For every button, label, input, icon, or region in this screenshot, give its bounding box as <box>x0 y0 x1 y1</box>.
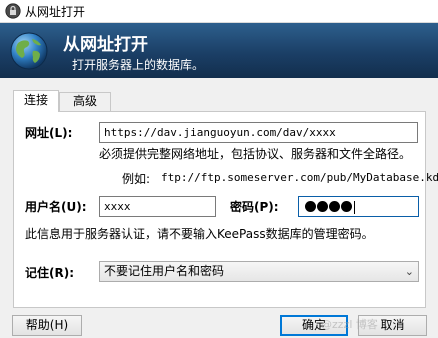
title-bar: 从网址打开 <box>0 0 438 23</box>
url-input[interactable]: https://dav.jianguoyun.com/dav/xxxx <box>99 122 418 143</box>
username-label: 用户名(U): <box>25 200 87 214</box>
auth-info-text: 此信息用于服务器认证，请不要输入KeePass数据库的管理密码。 <box>25 227 374 241</box>
globe-icon <box>10 32 48 70</box>
help-button[interactable]: 帮助(H) <box>12 315 82 336</box>
password-label: 密码(P): <box>230 200 279 214</box>
remember-select[interactable]: 不要记住用户名和密码 ⌄ <box>99 261 419 282</box>
url-label: 网址(L): <box>25 126 73 140</box>
remember-selected: 不要记住用户名和密码 <box>104 264 225 278</box>
password-input[interactable] <box>298 196 419 217</box>
header-banner: 从网址打开 打开服务器上的数据库。 <box>0 23 438 78</box>
connection-panel: 网址(L): https://dav.jianguoyun.com/dav/xx… <box>13 111 438 308</box>
tab-advanced[interactable]: 高级 <box>59 92 111 111</box>
banner-heading: 从网址打开 <box>63 35 148 55</box>
banner-subtitle: 打开服务器上的数据库。 <box>72 58 205 72</box>
url-example-prefix: 例如: <box>122 172 151 186</box>
password-mask <box>305 201 355 216</box>
watermark: @zzzl 博客 <box>321 318 378 331</box>
username-input[interactable]: xxxx <box>99 196 216 217</box>
chevron-down-icon: ⌄ <box>404 265 414 278</box>
window-title: 从网址打开 <box>25 5 86 19</box>
tab-connection[interactable]: 连接 <box>13 90 59 112</box>
url-hint: 必须提供完整网络地址，包括协议、服务器和文件全路径。 <box>99 147 412 161</box>
remember-label: 记住(R): <box>25 266 75 280</box>
url-example: ftp://ftp.someserver.com/pub/MyDatabase.… <box>161 171 438 184</box>
keepass-lock-icon <box>5 3 21 19</box>
